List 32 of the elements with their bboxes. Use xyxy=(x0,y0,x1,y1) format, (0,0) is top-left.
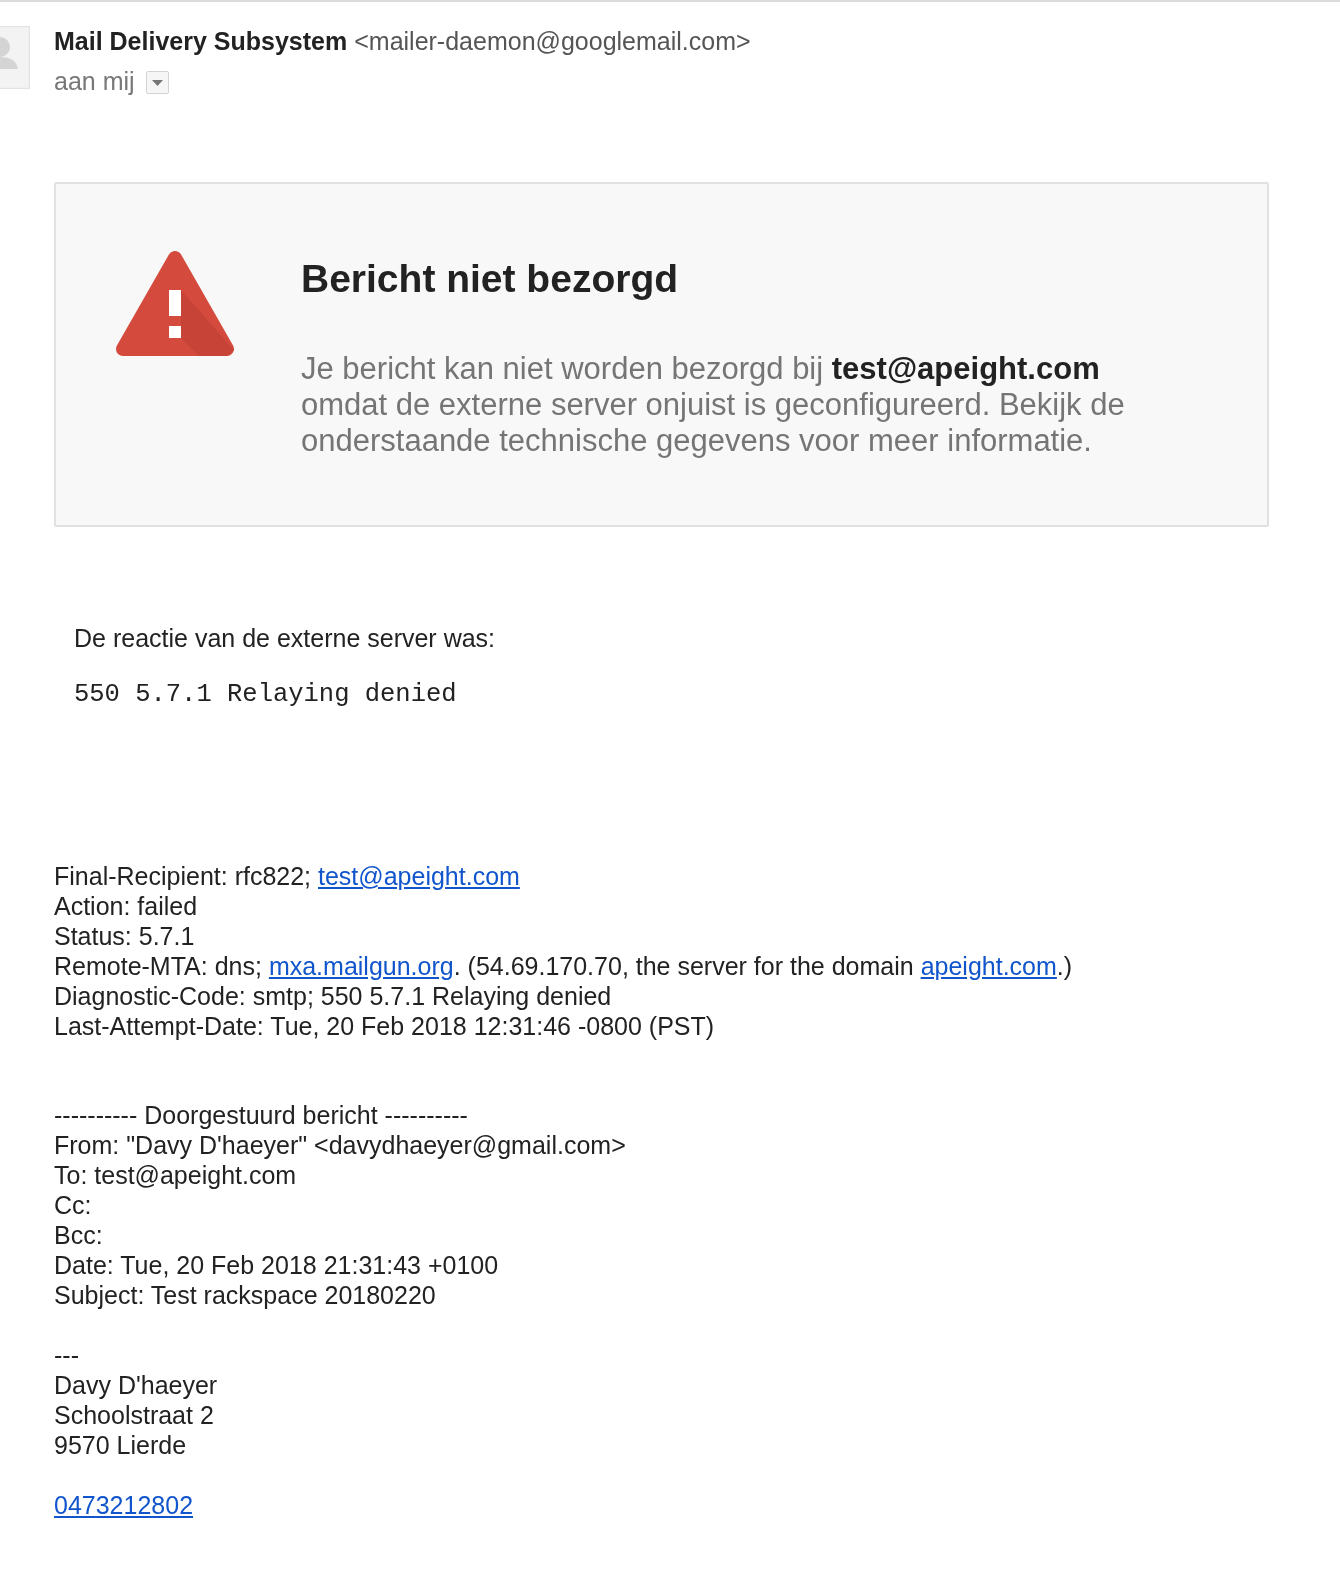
sender-email: <mailer-daemon@googlemail.com> xyxy=(354,26,751,57)
detail-line: Remote-MTA: dns; mxa.mailgun.org. (54.69.170.70, the server for the domain apeight.com.) xyxy=(54,951,1073,981)
avatar-icon xyxy=(0,26,30,89)
detail-line: Final-Recipient: rfc822; test@apeight.com xyxy=(54,861,520,891)
forwarded-header-line: Cc: xyxy=(54,1190,92,1220)
signature-separator: --- xyxy=(54,1340,79,1370)
sender-name: Mail Delivery Subsystem xyxy=(54,26,348,57)
detail-line: Action: failed xyxy=(54,891,198,921)
phone-link[interactable]: 0473212802 xyxy=(54,1490,194,1520)
email-link[interactable]: test@apeight.com xyxy=(318,862,520,890)
forwarded-divider: ---------- Doorgestuurd bericht ---------- xyxy=(54,1100,468,1130)
domain-link[interactable]: apeight.com xyxy=(920,952,1057,980)
signature-line: Davy D'haeyer xyxy=(54,1370,218,1400)
signature-line: 9570 Lierde xyxy=(54,1430,187,1460)
response-label: De reactie van de externe server was: xyxy=(74,623,496,653)
forwarded-header-line: From: "Davy D'haeyer" <davydhaeyer@gmail.com> xyxy=(54,1130,626,1160)
warning-icon xyxy=(115,250,235,357)
detail-line: Last-Attempt-Date: Tue, 20 Feb 2018 12:31:46 -0800 (PST) xyxy=(54,1011,715,1041)
domain-link[interactable]: mxa.mailgun.org xyxy=(268,952,454,980)
notice-message: Je bericht kan niet worden bezorgd bij test@apeight.com omdat de externe server onjuist is geconfigureerd. Bekijk de onderstaande technische gegevens voor meer informatie. xyxy=(301,351,1126,459)
response-code: 550 5.7.1 Relaying denied xyxy=(74,680,457,710)
recipient-label: aan mij xyxy=(54,66,135,97)
signature-line: Schoolstraat 2 xyxy=(54,1400,214,1430)
recipient-dropdown-button[interactable] xyxy=(145,71,169,94)
detail-line: Diagnostic-Code: smtp; 550 5.7.1 Relaying denied xyxy=(54,981,612,1011)
forwarded-header-line: Date: Tue, 20 Feb 2018 21:31:43 +0100 xyxy=(54,1250,499,1280)
forwarded-header-line: Subject: Test rackspace 20180220 xyxy=(54,1280,436,1310)
forwarded-header-line: To: test@apeight.com xyxy=(54,1160,297,1190)
notice-title: Bericht niet bezorgd xyxy=(301,256,680,302)
caret-icon xyxy=(151,79,163,86)
detail-line: Status: 5.7.1 xyxy=(54,921,195,951)
forwarded-header-line: Bcc: xyxy=(54,1220,103,1250)
